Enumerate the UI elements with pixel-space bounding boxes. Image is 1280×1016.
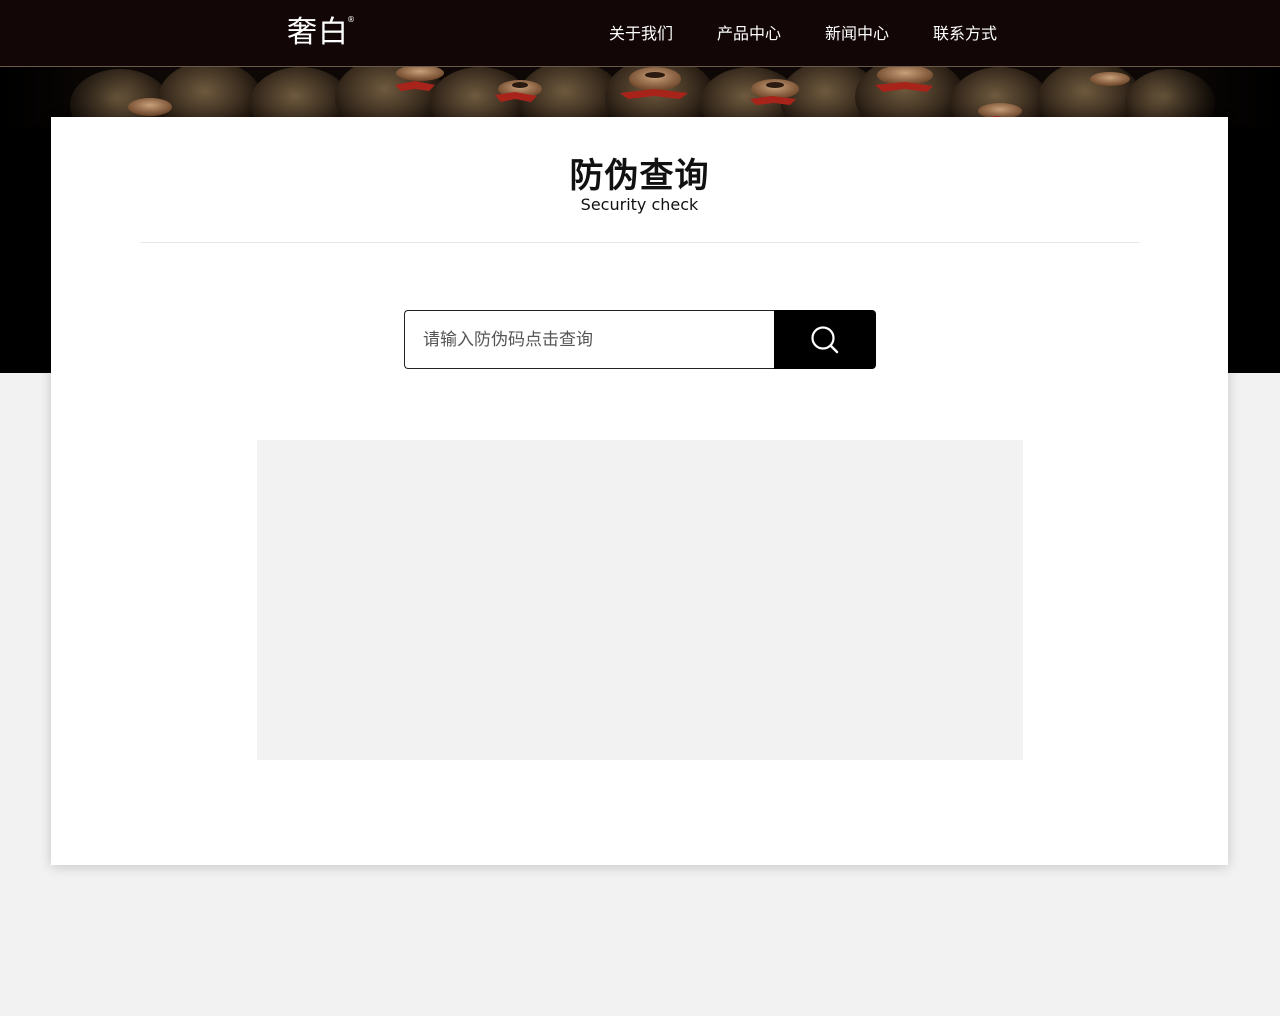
nav-item-products[interactable]: 产品中心 <box>717 23 781 45</box>
security-code-input[interactable] <box>404 310 774 369</box>
search-button[interactable] <box>774 310 876 369</box>
logo-text: 奢白 <box>287 15 349 50</box>
search-icon <box>811 325 839 353</box>
page-title: 防伪查询 <box>569 156 710 196</box>
title-divider <box>140 242 1140 243</box>
registered-mark: ® <box>347 15 356 24</box>
top-navigation-bar: 奢白 ® 关于我们 产品中心 新闻中心 联系方式 <box>0 0 1280 67</box>
security-code-search <box>404 310 876 369</box>
main-nav: 关于我们 产品中心 新闻中心 联系方式 <box>609 23 997 45</box>
page-subtitle: Security check <box>580 195 699 214</box>
nav-item-contact[interactable]: 联系方式 <box>933 23 997 45</box>
nav-item-about[interactable]: 关于我们 <box>609 23 673 45</box>
security-check-card: 防伪查询 Security check <box>51 117 1228 865</box>
query-result-panel <box>257 440 1023 760</box>
site-logo[interactable]: 奢白 ® <box>287 14 355 52</box>
nav-item-news[interactable]: 新闻中心 <box>825 23 889 45</box>
